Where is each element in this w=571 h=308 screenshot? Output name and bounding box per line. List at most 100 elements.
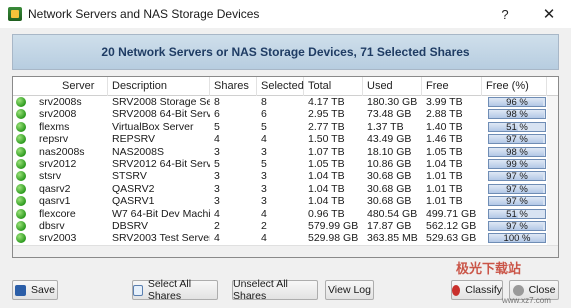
server-status-icon xyxy=(16,97,26,107)
close-window-button[interactable]: ✕ xyxy=(527,0,571,28)
cell-free: 1.40 TB xyxy=(426,120,463,133)
column-header-description[interactable]: Description xyxy=(108,77,210,96)
column-header-server[interactable]: Server xyxy=(58,77,108,96)
free-percent-bar: 98 % xyxy=(488,146,546,158)
column-header-shares[interactable]: Shares xyxy=(210,77,257,96)
cell-shares: 5 xyxy=(214,120,220,133)
window-title: Network Servers and NAS Storage Devices xyxy=(28,7,260,21)
server-status-icon xyxy=(16,158,26,169)
free-percent-bar: 96 % xyxy=(488,97,546,108)
table-row[interactable]: flexcore W7 64-Bit Dev Machine 4 4 0.96 TB 48… xyxy=(13,208,558,220)
cell-total: 1.04 TB xyxy=(308,195,345,208)
cell-server: stsrv xyxy=(39,170,62,183)
select-all-label: Select All Shares xyxy=(147,278,192,302)
cell-free: 1.05 TB xyxy=(426,145,463,158)
cell-description: SRV2012 64-Bit Server xyxy=(112,157,210,170)
table-row[interactable]: qasrv1 QASRV1 3 3 1.04 TB 30.68 GB 1.01 TB 97 % xyxy=(13,195,558,207)
select-all-button[interactable]: Select All Shares xyxy=(132,278,218,302)
free-percent-label: 98 % xyxy=(506,109,528,121)
free-percent-bar: 51 % xyxy=(488,121,546,133)
cell-free: 1.46 TB xyxy=(426,133,463,146)
save-button[interactable]: Save xyxy=(12,280,58,300)
select-all-icon xyxy=(133,284,143,296)
column-header-free-pct[interactable]: Free (%) xyxy=(482,77,547,96)
cell-description: SRV2008 Storage Server xyxy=(112,96,210,108)
cell-selected: 5 xyxy=(261,120,267,133)
cell-shares: 4 xyxy=(214,133,220,146)
cell-selected: 4 xyxy=(261,207,267,220)
table-body: srv2008s SRV2008 Storage Server 8 8 4.17 TB 1… xyxy=(13,96,558,257)
cell-description: QASRV2 xyxy=(112,182,155,195)
cell-free: 562.12 GB xyxy=(426,219,477,232)
cell-shares: 2 xyxy=(214,219,220,232)
cell-shares: 8 xyxy=(214,96,220,108)
table-row[interactable]: srv2012 SRV2012 64-Bit Server 5 5 1.05 TB 10.… xyxy=(13,158,558,170)
cell-shares: 6 xyxy=(214,108,220,121)
cell-total: 1.04 TB xyxy=(308,182,345,195)
cell-total: 579.99 GB xyxy=(308,219,359,232)
cell-used: 480.54 GB xyxy=(367,207,418,220)
table-header: Server Description Shares Selected Total… xyxy=(13,77,558,96)
server-status-icon xyxy=(16,134,26,145)
cell-server: srv2012 xyxy=(39,157,77,170)
cell-used: 30.68 GB xyxy=(367,170,412,183)
cell-free: 3.99 TB xyxy=(426,96,463,108)
server-status-icon xyxy=(16,233,26,244)
table-row[interactable]: repsrv REPSRV 4 4 1.50 TB 43.49 GB 1.46 TB 97 % xyxy=(13,133,558,145)
cell-free: 529.63 GB xyxy=(426,232,477,245)
free-percent-bar: 99 % xyxy=(488,158,546,170)
cell-shares: 4 xyxy=(214,232,220,245)
cell-free: 1.01 TB xyxy=(426,170,463,183)
cell-total: 2.95 TB xyxy=(308,108,345,121)
table-row[interactable]: flexms VirtualBox Server 5 5 2.77 TB 1.37 TB 1… xyxy=(13,121,558,133)
cell-free: 2.88 TB xyxy=(426,108,463,121)
help-button[interactable]: ? xyxy=(483,0,527,28)
column-header-total[interactable]: Total xyxy=(304,77,363,96)
table-row[interactable]: srv2003 SRV2003 Test Server 4 4 529.98 GB 363… xyxy=(13,232,558,244)
server-status-icon xyxy=(16,171,26,182)
cell-total: 1.04 TB xyxy=(308,170,345,183)
table-row[interactable]: stsrv STSRV 3 3 1.04 TB 30.68 GB 1.01 TB 97 % xyxy=(13,170,558,182)
table-row[interactable]: nas2008s NAS2008S 3 3 1.07 TB 18.10 GB 1.05 TB… xyxy=(13,146,558,158)
cell-free: 1.01 TB xyxy=(426,182,463,195)
cell-used: 73.48 GB xyxy=(367,108,412,121)
table-row[interactable]: srv2008 SRV2008 64-Bit Server 6 6 2.95 TB 73.… xyxy=(13,108,558,120)
cell-total: 1.05 TB xyxy=(308,157,345,170)
unselect-all-button[interactable]: Unselect All Shares xyxy=(232,278,318,302)
cell-free: 499.71 GB xyxy=(426,207,477,220)
cell-description: SRV2008 64-Bit Server xyxy=(112,108,210,121)
column-header-used[interactable]: Used xyxy=(363,77,422,96)
cell-free: 1.04 TB xyxy=(426,157,463,170)
cell-selected: 3 xyxy=(261,170,267,183)
cell-selected: 4 xyxy=(261,232,267,245)
cell-selected: 4 xyxy=(261,133,267,146)
cell-selected: 3 xyxy=(261,182,267,195)
cell-used: 10.86 GB xyxy=(367,157,412,170)
server-status-icon xyxy=(16,121,26,132)
save-button-label: Save xyxy=(31,284,55,296)
servers-table[interactable]: Server Description Shares Selected Total… xyxy=(12,76,559,258)
app-icon xyxy=(8,7,22,21)
table-row[interactable]: qasrv2 QASRV2 3 3 1.04 TB 30.68 GB 1.01 TB 97 % xyxy=(13,183,558,195)
view-log-button[interactable]: View Log xyxy=(325,280,374,300)
free-percent-label: 97 % xyxy=(506,196,528,208)
cell-used: 180.30 GB xyxy=(367,96,418,108)
table-row[interactable]: dbsrv DBSRV 2 2 579.99 GB 17.87 GB 562.12 GB 97… xyxy=(13,220,558,232)
free-percent-bar: 97 % xyxy=(488,196,546,208)
table-row[interactable]: srv2008s SRV2008 Storage Server 8 8 4.17 TB 1… xyxy=(13,96,558,108)
cell-selected: 3 xyxy=(261,145,267,158)
free-percent-label: 98 % xyxy=(506,146,528,158)
horizontal-scrollbar[interactable] xyxy=(13,245,558,257)
free-percent-bar: 98 % xyxy=(488,109,546,121)
free-percent-label: 51 % xyxy=(506,121,528,133)
cell-selected: 2 xyxy=(261,219,267,232)
cell-description: REPSRV xyxy=(112,133,155,146)
cell-used: 43.49 GB xyxy=(367,133,412,146)
vertical-scrollbar[interactable] xyxy=(547,96,558,245)
cell-description: NAS2008S xyxy=(112,145,164,158)
classify-button[interactable]: Classify xyxy=(451,280,503,300)
column-header-selected[interactable]: Selected xyxy=(257,77,304,96)
column-header-free[interactable]: Free xyxy=(422,77,482,96)
server-status-icon xyxy=(16,220,26,231)
cell-selected: 6 xyxy=(261,108,267,121)
